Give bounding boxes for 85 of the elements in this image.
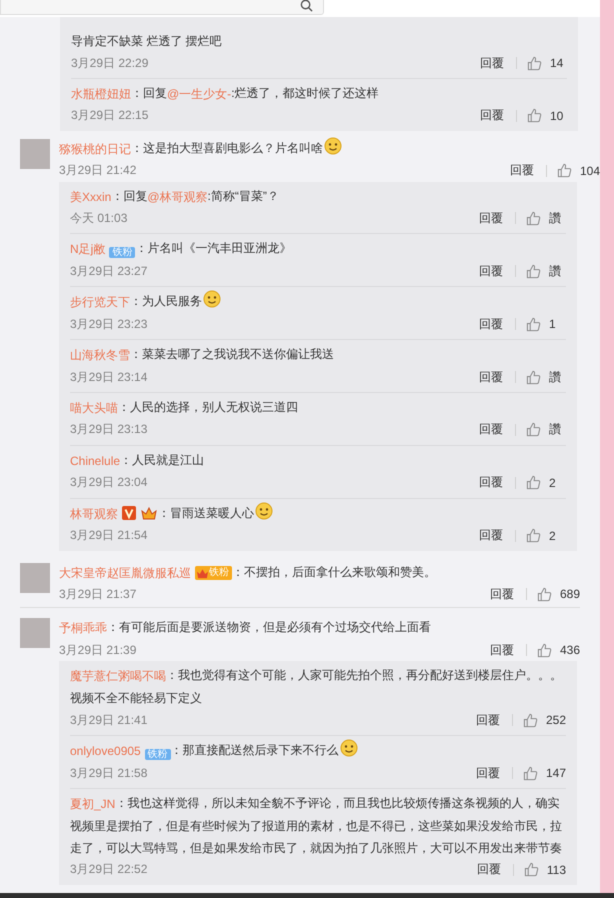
thumbs-up-icon	[536, 586, 552, 602]
reply-button[interactable]: 回覆	[476, 764, 500, 782]
comment-text: 大宋皇帝赵匡胤微服私巡 铁粉 ：不摆拍，后面拿什么来歌颂和赞美。	[59, 564, 437, 582]
comment-text: 魔芋薏仁粥喝不喝：我也觉得有这个可能，人家可能先拍个照，再分配好送到楼层住户。。。视频不全不能轻易下定义	[70, 667, 563, 708]
comment-time: 3月29日 21:39	[59, 642, 136, 659]
reply-button[interactable]: 回覆	[479, 421, 503, 438]
fan-badge: 铁粉	[109, 247, 136, 258]
crown-icon	[140, 506, 158, 520]
comment-text: 山海秋冬雪：菜菜去哪了之我说我不送你偏让我送	[70, 346, 335, 364]
comment-time: 3月29日 22:15	[71, 107, 148, 124]
comment-time: 3月29日 23:23	[70, 316, 148, 333]
thumbs-up-icon	[526, 210, 541, 226]
comment-time: 3月29日 22:29	[71, 54, 148, 72]
like-button[interactable]: 讚	[526, 368, 566, 386]
reply-button[interactable]: 回覆	[476, 712, 500, 729]
like-button[interactable]: 讚	[526, 210, 566, 227]
reply-button[interactable]: 回覆	[490, 586, 514, 603]
avatar-placeholder[interactable]	[20, 138, 50, 169]
like-button[interactable]: 113	[524, 862, 566, 878]
reply-button[interactable]: 回覆	[479, 316, 503, 333]
thumbs-up-icon	[526, 370, 541, 385]
comment-time: 3月29日 21:58	[70, 764, 148, 782]
reply-button[interactable]: 回覆	[479, 527, 503, 544]
reply-button[interactable]: 回覆	[479, 474, 503, 492]
thumbs-up-icon	[526, 316, 541, 332]
thumbs-up-icon	[526, 264, 541, 279]
thumbs-up-icon	[527, 56, 542, 70]
search-field[interactable]	[0, 0, 324, 15]
like-button[interactable]: 讚	[526, 421, 566, 438]
comment-text: 导肯定不缺菜 烂透了 摆烂吧	[71, 33, 223, 50]
like-button[interactable]: 14	[527, 56, 567, 70]
comment-text: 美Xxxin：回复@林哥观察:简称“冒菜”？	[70, 188, 280, 206]
comment-text: N足j敝 $_{铁粉}$ ：片名叫《一汽丰田亚洲龙》	[70, 240, 292, 260]
comment-text: 喵大头喵：人民的选择，别人无权说三道四	[70, 399, 299, 417]
comment-text: 林哥观察 ：冒雨送菜暖人心	[70, 502, 566, 525]
verified-icon	[122, 506, 136, 520]
like-button[interactable]: 436	[536, 642, 580, 658]
comment-time: 3月29日 21:41	[70, 712, 148, 729]
comment-text: onlylove0905 $_{铁粉}$ ：那直接配送然后录下来不行么	[70, 739, 566, 762]
comment-text: 水瓶橙妞妞：回复@一生少女-:烂透了，都这时候了还这样	[71, 85, 380, 103]
like-button[interactable]: 讚	[526, 262, 566, 280]
avatar-placeholder[interactable]	[20, 618, 50, 648]
reply-button[interactable]: 回覆	[510, 162, 534, 180]
thumbs-up-icon	[536, 642, 552, 658]
comment-text: 猕猴桃的日记：这是拍大型喜剧电影么？片名叫啥	[59, 136, 600, 160]
comment-time: 3月29日 23:27	[70, 262, 148, 280]
thumbs-up-icon	[526, 475, 541, 490]
like-button[interactable]: 147	[522, 766, 566, 781]
comment-text: Chinelule：人民就是江山	[70, 452, 206, 470]
like-button[interactable]: 252	[522, 712, 566, 728]
comment-time: 3月29日 23:13	[70, 421, 148, 438]
thumbs-up-icon	[522, 766, 538, 781]
comment-time: 3月29日 21:37	[59, 586, 136, 603]
reply-button[interactable]: 回覆	[490, 642, 514, 659]
thumbs-up-icon	[556, 163, 572, 178]
reply-button[interactable]: 回覆	[479, 210, 503, 227]
like-button[interactable]: 104	[556, 163, 600, 178]
comment-text: 夏初_JN：我也这样觉得，所以未知全貌不予评论，而且我也比较烦传播这条视频的人，确实视频里是摆拍了，但是有些时候为了报道用的素材，也是不得已，这些菜如果没发给市民，拉走了，可以大骂特骂，但是如果发给市民了，就因为拍了几张照片，大可以不用发出来带节奏	[70, 795, 563, 857]
reply-button[interactable]: 回覆	[480, 54, 504, 72]
comment-time: 3月29日 22:52	[70, 861, 148, 878]
fan-badge: 铁粉	[195, 566, 232, 580]
comment-time: 3月29日 21:42	[59, 162, 136, 180]
thumbs-up-icon	[526, 528, 541, 544]
comment-text: 步行览天下：为人民服务	[70, 290, 566, 314]
like-button[interactable]: 689	[536, 586, 580, 602]
thumbs-up-icon	[526, 422, 541, 438]
like-button[interactable]: 2	[526, 528, 566, 544]
comment-text: 予桐乖乖：有可能后面是要派送物资，但是必须有个过场交代给上面看	[59, 619, 432, 638]
fan-badge: 铁粉	[144, 749, 171, 760]
comment-time: 3月29日 23:04	[70, 474, 148, 492]
thumbs-up-icon	[527, 108, 542, 124]
reply-button[interactable]: 回覆	[480, 107, 504, 124]
like-button[interactable]: 10	[527, 108, 567, 124]
reply-button[interactable]: 回覆	[476, 861, 501, 878]
avatar-placeholder[interactable]	[20, 562, 50, 593]
like-button[interactable]: 1	[526, 316, 566, 332]
reply-button[interactable]: 回覆	[479, 368, 503, 386]
comment-time: 3月29日 21:54	[70, 527, 148, 544]
thumbs-up-icon	[522, 712, 538, 728]
comment-time: 今天 01:03	[70, 210, 128, 227]
search-icon	[300, 0, 313, 12]
reply-button[interactable]: 回覆	[479, 262, 503, 280]
like-button[interactable]: 2	[526, 475, 566, 490]
comment-time: 3月29日 23:14	[70, 368, 148, 386]
thumbs-up-icon	[524, 862, 539, 878]
